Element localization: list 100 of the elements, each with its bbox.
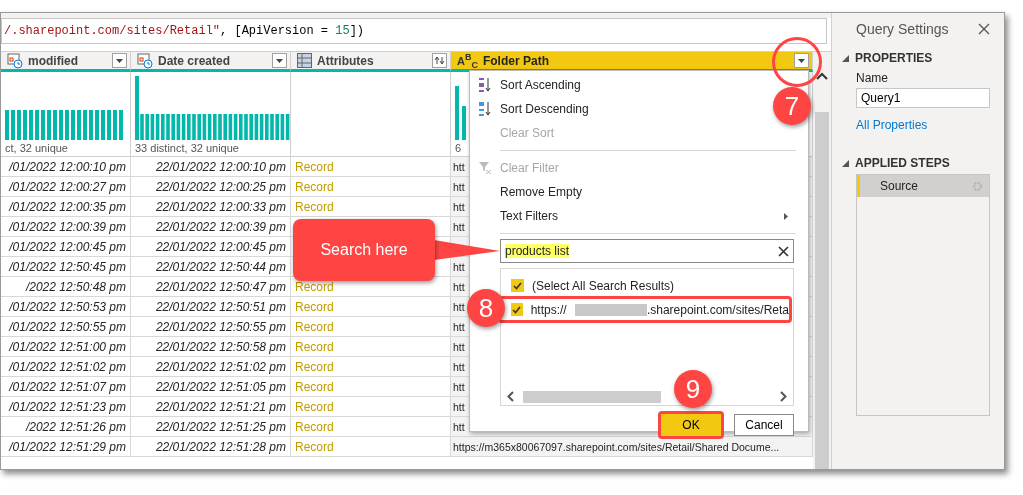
scroll-left-icon[interactable] <box>507 390 514 402</box>
sort-ascending-icon <box>478 77 492 93</box>
table-cell: htt <box>453 380 465 393</box>
column-filter-button[interactable] <box>272 53 287 68</box>
vertical-scrollbar[interactable] <box>813 52 831 469</box>
checkbox[interactable] <box>511 279 524 292</box>
table-cell: htt <box>453 340 465 353</box>
table-cell: /01/2022 12:00:10 pm <box>9 159 126 174</box>
table-cell: 22/01/2022 12:51:25 pm <box>155 419 286 434</box>
table-cell: /01/2022 12:00:27 pm <box>9 179 126 194</box>
scroll-right-icon[interactable] <box>780 390 787 402</box>
table-cell: htt <box>453 260 465 273</box>
table-cell: /01/2022 12:00:39 pm <box>9 219 126 234</box>
value-label[interactable]: (Select All Search Results) <box>532 278 675 293</box>
table-cell: https://m365x80067097.sharepoint.com/sites/Retail/Shared Docume... <box>453 440 780 453</box>
step-number-badge: 9 <box>674 370 712 408</box>
formula-bar[interactable]: /.sharepoint.com/sites/Retail", [ApiVersion = 15]) <box>1 18 827 44</box>
menu-item[interactable]: Sort Descending <box>500 98 601 120</box>
submenu-arrow-icon <box>784 212 788 220</box>
table-cell: /01/2022 12:51:29 pm <box>9 439 126 454</box>
callout-pointer <box>434 240 500 262</box>
column-header[interactable]: modified <box>1 52 131 72</box>
table-cell: 22/01/2022 12:00:10 pm <box>155 159 286 174</box>
scroll-up-icon[interactable] <box>816 72 828 80</box>
table-cell: /01/2022 12:51:02 pm <box>9 359 126 374</box>
column-filter-button[interactable] <box>112 53 127 68</box>
table-cell: /01/2022 12:50:45 pm <box>9 259 126 274</box>
column-title: modified <box>28 53 79 68</box>
table-cell: 22/01/2022 12:50:47 pm <box>155 279 286 294</box>
column-title: Folder Path <box>482 53 550 68</box>
column-filter-button[interactable] <box>794 53 809 68</box>
table-cell: 22/01/2022 12:50:58 pm <box>155 339 286 354</box>
ok-button[interactable]: OK <box>661 414 721 436</box>
menu-item[interactable]: Text Filters <box>500 205 570 227</box>
table-cell: /01/2022 12:50:55 pm <box>9 319 126 334</box>
section-heading: PROPERTIES <box>855 51 933 65</box>
table-cell: htt <box>453 280 465 293</box>
table-cell: 22/01/2022 12:50:51 pm <box>155 299 286 314</box>
table-cell: htt <box>453 320 465 333</box>
histogram-drawing <box>455 86 466 140</box>
table-cell: 22/01/2022 12:50:55 pm <box>155 319 286 334</box>
table-cell: htt <box>453 160 465 173</box>
expand-column-button[interactable] <box>432 53 447 68</box>
menu-item[interactable]: Sort Ascending <box>500 74 593 96</box>
column-profile-text: ct, 32 unique <box>5 142 69 154</box>
column-title: Attributes <box>317 53 375 68</box>
field-label: Name <box>856 71 889 85</box>
value-label[interactable]: .sharepoint.com/sites/Reta <box>646 302 789 317</box>
name-field[interactable]: Query1 <box>856 88 990 108</box>
caret-icon <box>798 58 805 63</box>
table-cell: 22/01/2022 12:51:28 pm <box>155 439 286 454</box>
table-cell: /01/2022 12:00:45 pm <box>9 239 126 254</box>
table-cell: htt <box>453 420 465 433</box>
table-cell: 22/01/2022 12:00:45 pm <box>155 239 286 254</box>
table-cell: /01/2022 12:51:07 pm <box>9 379 126 394</box>
applied-step[interactable]: Source <box>857 175 989 197</box>
table-cell: 22/01/2022 12:00:33 pm <box>155 199 286 214</box>
table-cell: 22/01/2022 12:00:25 pm <box>155 179 286 194</box>
value-label[interactable]: https:// <box>530 302 567 317</box>
table-cell: htt <box>453 200 465 213</box>
collapse-triangle-icon[interactable] <box>842 54 849 62</box>
table-cell: htt <box>453 300 465 313</box>
column-profile-text: 33 distinct, 32 unique <box>135 142 240 154</box>
checkbox[interactable] <box>511 303 523 316</box>
cancel-button[interactable]: Cancel <box>734 414 794 436</box>
table-cell: htt <box>453 400 465 413</box>
column-profile-text: 6 <box>455 142 463 154</box>
table-cell: /01/2022 12:51:23 pm <box>9 399 126 414</box>
table-cell: htt <box>453 220 465 233</box>
table-cell: /01/2022 12:00:35 pm <box>9 199 126 214</box>
callout: Search here <box>293 219 435 281</box>
caret-icon <box>276 58 283 63</box>
table-cell: /2022 12:51:26 pm <box>25 419 126 434</box>
column-header[interactable]: Attributes <box>291 52 451 72</box>
column-title: Date created <box>158 53 232 68</box>
column-header[interactable]: A$^{B}$$_{C}$ Folder Path <box>451 52 813 72</box>
table-cell: 22/01/2022 12:51:21 pm <box>155 399 286 414</box>
close-button[interactable] <box>978 23 990 35</box>
table-cell: /2022 12:50:48 pm <box>25 279 126 294</box>
sort-descending-icon <box>478 101 492 117</box>
panel-title: Query Settings <box>856 21 949 37</box>
table-cell: /01/2022 12:51:00 pm <box>9 339 126 354</box>
table-cell: /01/2022 12:50:53 pm <box>9 299 126 314</box>
column-header[interactable]: Date created <box>131 52 291 72</box>
all-properties-link[interactable]: All Properties <box>856 118 990 132</box>
search-field[interactable]: products list <box>500 239 794 263</box>
section-heading: APPLIED STEPS <box>855 156 950 170</box>
table-cell: 22/01/2022 12:00:39 pm <box>155 219 286 234</box>
table-cell: 22/01/2022 12:50:44 pm <box>155 259 286 274</box>
table-cell: 22/01/2022 12:51:02 pm <box>155 359 286 374</box>
clear-filter-icon <box>478 161 492 175</box>
collapse-triangle-icon[interactable] <box>842 159 849 167</box>
step-number-badge: 8 <box>467 289 505 327</box>
table-cell: 22/01/2022 12:51:05 pm <box>155 379 286 394</box>
table-cell: htt <box>453 360 465 373</box>
caret-icon <box>116 58 123 63</box>
clear-search-button[interactable] <box>778 245 789 257</box>
table-icon <box>297 53 312 68</box>
highlight-circle <box>772 37 822 87</box>
menu-item[interactable]: Remove Empty <box>500 181 595 203</box>
